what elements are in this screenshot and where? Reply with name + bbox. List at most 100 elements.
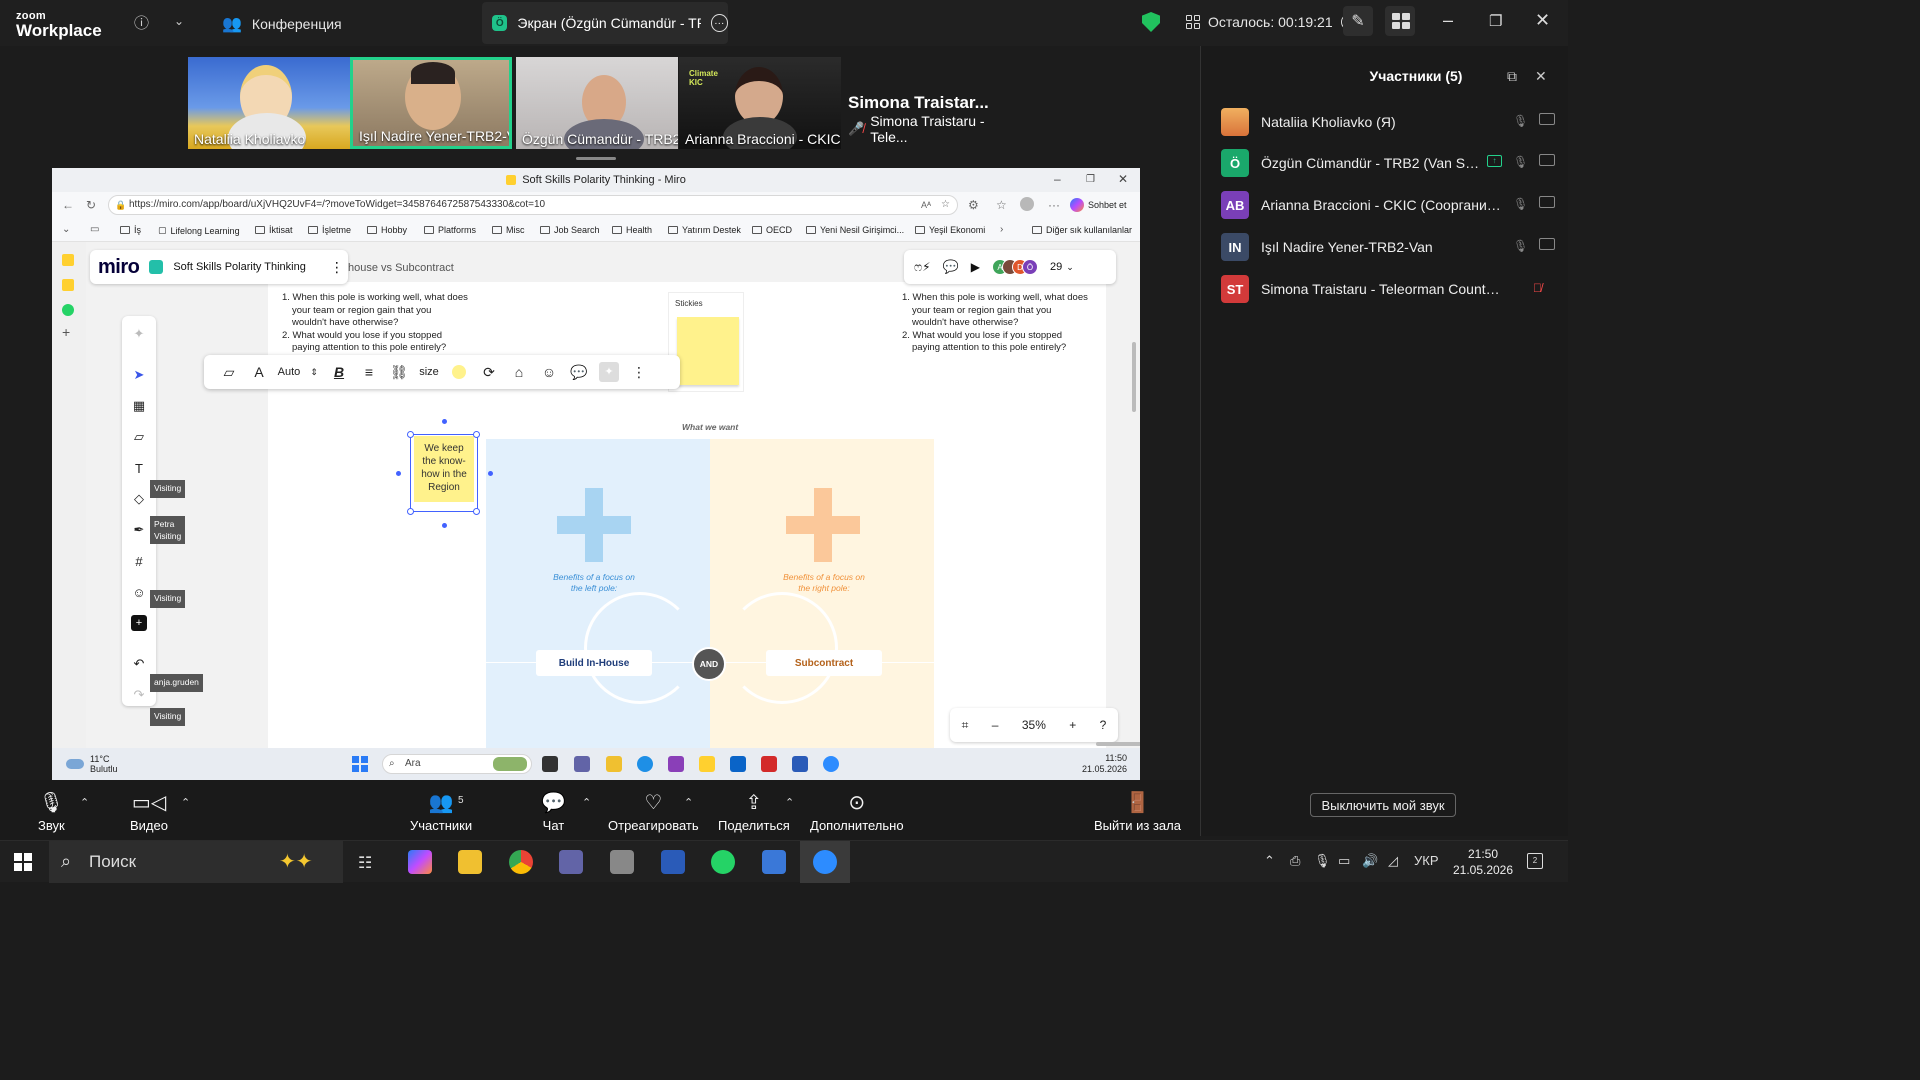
align-icon[interactable]: ≡ [354,364,384,380]
bookmark-folder[interactable]: Health [612,225,652,235]
bookmark-folder[interactable]: İş [120,225,141,235]
comment-icon[interactable]: 💬 [564,364,594,381]
react-options-caret-icon[interactable]: ⌃ [684,796,693,809]
undo-icon[interactable]: ↶ [131,656,147,672]
meeting-tab[interactable]: 👥 Конференция [222,14,342,34]
connector-dot[interactable] [396,471,401,476]
annotate-pen-icon[interactable]: ✎ [1343,6,1373,36]
remote-clock[interactable]: 11:50 21.05.2026 [1082,753,1127,775]
file-explorer-icon[interactable] [606,756,622,772]
word-icon[interactable] [792,756,808,772]
bookmark-folder[interactable]: İşletme [308,225,351,235]
color-picker[interactable] [444,365,474,379]
weather-widget[interactable]: 11°C Bulutlu [66,754,118,774]
add-icon[interactable]: + [62,324,70,340]
meeting-info-icon[interactable]: ⓘ [134,12,149,33]
copilot-chat-button[interactable]: Sohbet et [1070,196,1127,214]
horizontal-scrollbar[interactable] [1096,742,1140,746]
sticky-note-stack[interactable] [677,317,739,385]
back-icon[interactable]: ← [62,198,74,212]
tabs-icon[interactable]: ▭ [90,224,99,235]
start-icon[interactable] [352,756,368,772]
copilot-icon[interactable] [408,850,432,874]
zoom-app-icon[interactable] [813,850,837,874]
view-layout-icon[interactable] [1186,15,1200,29]
bookmark-folder[interactable]: Yeşil Ekonomi [915,225,985,235]
chrome-icon[interactable] [509,850,533,874]
mic-muted-icon[interactable]: 🎙̸ [1533,281,1542,295]
mic-icon[interactable]: 🎙 [1513,197,1528,211]
bookmark-folder[interactable]: Hobby [367,225,407,235]
favorites-icon[interactable]: ☆ [996,198,1007,212]
chat-button[interactable]: 💬 Чат [541,790,566,833]
board-name[interactable]: Soft Skills Polarity Thinking [173,261,305,273]
apps-icon[interactable] [1385,6,1415,36]
outlook-icon[interactable] [730,756,746,772]
more-options-icon[interactable]: ⋮ [624,364,654,381]
connection-icon[interactable]: ⟳ [474,364,504,381]
connector-dot[interactable] [442,523,447,528]
font-icon[interactable]: A [244,364,274,380]
browser-restore-icon[interactable]: ❐ [1086,174,1095,185]
share-options-caret-icon[interactable]: ⌃ [785,796,794,809]
restore-icon[interactable]: ❐ [1489,12,1502,30]
teams-icon[interactable] [559,850,583,874]
resize-handle[interactable] [407,431,414,438]
mute-me-button[interactable]: Выключить мой звук [1310,793,1456,817]
ai-assist-icon[interactable]: ✦ [594,362,624,382]
selection-box[interactable] [410,434,478,512]
frame-title[interactable]: house vs Subcontract [348,262,454,274]
language-indicator[interactable]: УКР [1414,853,1439,868]
task-view-icon[interactable]: ☷ [358,853,372,873]
acrobat-icon[interactable] [761,756,777,772]
camera-icon[interactable] [1539,113,1555,125]
zoom-app-icon[interactable] [823,756,839,772]
close-panel-icon[interactable]: ✕ [1535,68,1547,85]
bookmark-folder[interactable]: Job Search [540,225,600,235]
windows-start-icon[interactable] [14,853,32,871]
board-menu-icon[interactable]: ⋮ [330,259,344,276]
more-menu-icon[interactable]: ··· [1048,198,1060,212]
chevron-up-icon[interactable]: ⌃ [1264,853,1275,869]
extensions-icon[interactable]: ⚙ [968,198,979,212]
chevron-right-icon[interactable]: › [1000,224,1003,235]
browser-close-icon[interactable]: ✕ [1118,172,1128,186]
sticker-tool-icon[interactable]: ☺ [131,584,147,600]
mic-icon[interactable]: 🎙 [1513,114,1528,128]
edge-icon[interactable] [637,756,653,772]
minimize-icon[interactable]: – [1443,10,1453,31]
popout-icon[interactable]: ⧉ [1507,68,1517,85]
resize-handle[interactable] [473,508,480,515]
frame-tool-icon[interactable]: # [131,553,147,569]
bookmark-folder[interactable]: Yatırım Destek [668,225,741,235]
and-connector[interactable]: AND [692,647,726,681]
sticky-note-tool-icon[interactable]: ▱ [131,429,147,445]
chevron-down-icon[interactable]: ⌄ [174,14,184,28]
what-we-want-label[interactable]: What we want [682,422,738,432]
resize-handle[interactable] [407,508,414,515]
text-tool-icon[interactable]: T [131,460,147,476]
read-aloud-icon[interactable]: Aᴬ [921,196,931,214]
file-explorer-icon[interactable] [458,850,482,874]
url-bar[interactable]: 🔒 https://miro.com/app/board/uXjVHQ2UvF4… [108,195,958,215]
zoom-out-icon[interactable]: – [992,718,999,732]
camera-icon[interactable] [1539,196,1555,208]
leave-room-button[interactable]: 🚪 Выйти из зала [1094,790,1181,833]
encryption-shield-icon[interactable] [1142,12,1160,32]
participant-row[interactable]: Ö Özgün Cümandür - TRB2 (Van SubR... ↑ 🎙 [1221,148,1561,178]
ai-sparkle-icon[interactable]: ✦ [131,326,147,342]
right-pole-label[interactable]: Subcontract [766,650,882,676]
connector-dot[interactable] [442,419,447,424]
camera-icon[interactable] [1539,238,1555,250]
redo-icon[interactable]: ↷ [131,687,147,703]
miro-tab-icon[interactable] [62,279,74,291]
participant-row[interactable]: ST Simona Traistaru - Teleorman County, … [1221,274,1561,304]
camera-icon[interactable] [1539,154,1555,166]
video-tile-1[interactable]: Nataliia Kholiavko [188,57,350,149]
microphone-tray-icon[interactable]: 🎙 [1314,853,1331,869]
left-pole-label[interactable]: Build In-House [536,650,652,676]
fit-to-screen-icon[interactable]: ⌗ [962,718,969,733]
collaborator-count[interactable]: 29 [1050,261,1062,273]
zoom-level[interactable]: 35% [1022,718,1046,732]
whatsapp-icon[interactable] [711,850,735,874]
